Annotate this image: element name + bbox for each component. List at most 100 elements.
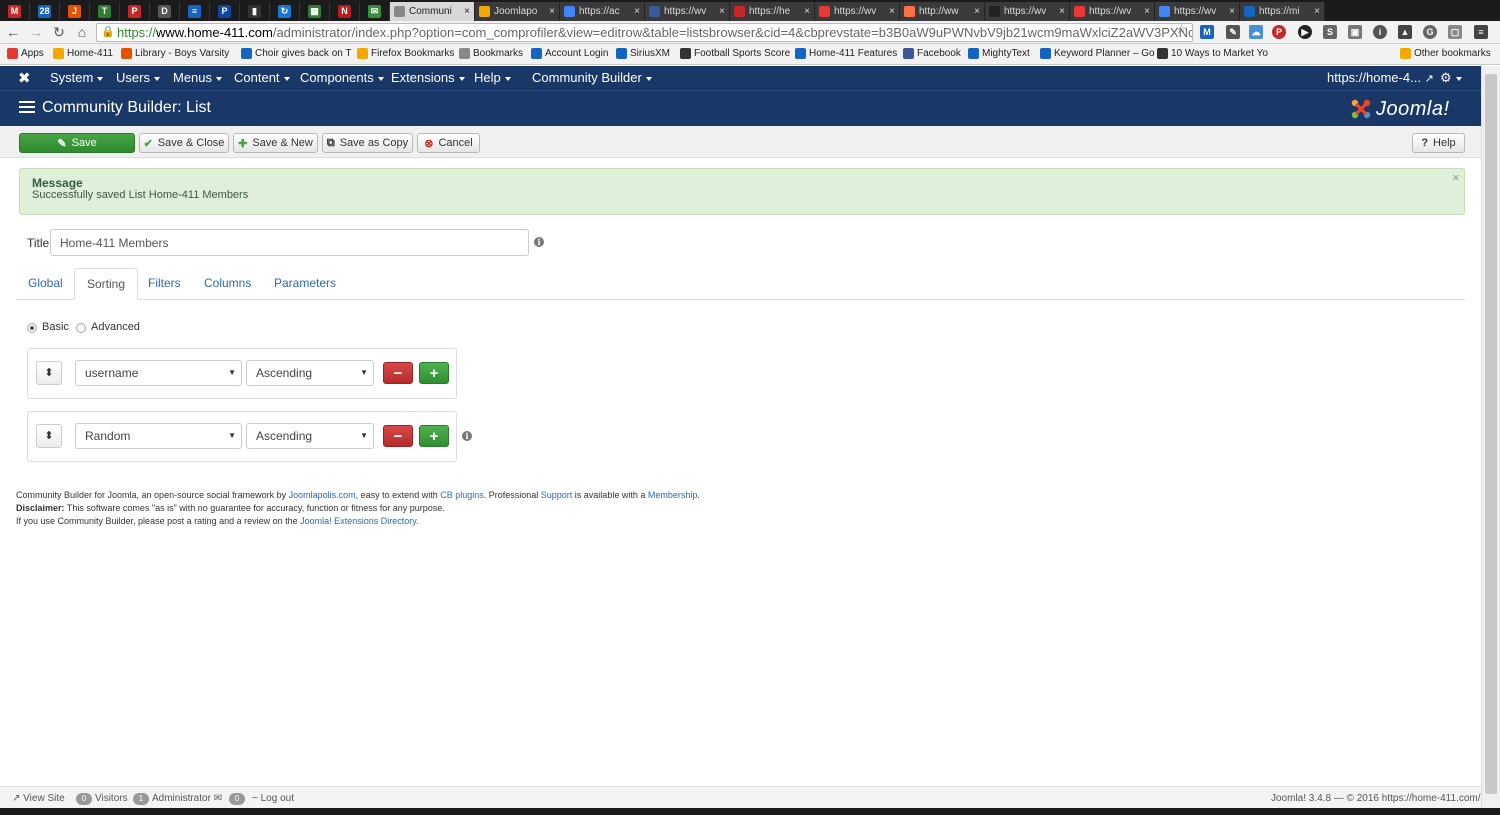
browser-tab[interactable]: https://he × bbox=[730, 2, 815, 21]
menu-components[interactable]: Components bbox=[300, 70, 384, 85]
jed-link[interactable]: Joomla! Extensions Directory bbox=[300, 516, 416, 526]
logout-link[interactable]: − Log out bbox=[252, 793, 294, 804]
bookmark-item[interactable]: SiriusXM bbox=[616, 48, 670, 59]
pinned-tab[interactable]: P bbox=[210, 2, 240, 21]
menu-community-builder[interactable]: Community Builder bbox=[532, 70, 652, 85]
sort-direction-select[interactable]: Ascending ▼ bbox=[246, 423, 374, 449]
tab-global[interactable]: Global bbox=[16, 268, 75, 300]
pinned-tab[interactable]: 28 bbox=[30, 2, 60, 21]
bookmark-item[interactable]: 10 Ways to Market Yo bbox=[1157, 48, 1268, 59]
info-icon[interactable]: i bbox=[534, 237, 544, 247]
save-as-copy-button[interactable]: ⧉ Save as Copy bbox=[322, 133, 413, 153]
close-tab-icon[interactable]: × bbox=[634, 6, 640, 17]
bookmark-item[interactable]: Home-411 Features bbox=[795, 48, 897, 59]
menu-icon[interactable]: ≡ bbox=[1474, 25, 1488, 39]
membership-link[interactable]: Membership bbox=[648, 490, 698, 500]
tab-sorting[interactable]: Sorting bbox=[74, 268, 139, 300]
browser-tab[interactable]: https://mi × bbox=[1240, 2, 1325, 21]
bookmark-item[interactable]: Library - Boys Varsity bbox=[121, 48, 229, 59]
tab-parameters[interactable]: Parameters bbox=[262, 268, 348, 300]
bookmark-item[interactable]: Choir gives back on T bbox=[241, 48, 352, 59]
pinned-tab[interactable]: ✉ bbox=[360, 2, 390, 21]
extension-icon[interactable]: ▣ bbox=[1348, 25, 1362, 39]
menu-menus[interactable]: Menus bbox=[173, 70, 223, 85]
remove-row-button[interactable]: − bbox=[383, 425, 413, 447]
close-tab-icon[interactable]: × bbox=[549, 6, 555, 17]
bookmark-item[interactable]: Facebook bbox=[903, 48, 961, 59]
close-tab-icon[interactable]: × bbox=[804, 6, 810, 17]
drag-handle-icon[interactable]: ⬍ bbox=[36, 361, 62, 385]
pinned-tab[interactable]: P bbox=[120, 2, 150, 21]
basic-radio[interactable] bbox=[27, 323, 37, 333]
bookmark-item[interactable]: Other bookmarks bbox=[1400, 48, 1491, 59]
close-tab-icon[interactable]: × bbox=[1059, 6, 1065, 17]
tab-columns[interactable]: Columns bbox=[192, 268, 263, 300]
browser-tab[interactable]: Communi × bbox=[390, 2, 475, 21]
save-new-button[interactable]: ✚ Save & New bbox=[233, 133, 318, 153]
pinned-tab[interactable]: J bbox=[60, 2, 90, 21]
cb-plugins-link[interactable]: CB plugins bbox=[440, 490, 484, 500]
info-icon[interactable]: i bbox=[462, 431, 472, 441]
browser-tab[interactable]: https://wv × bbox=[1155, 2, 1240, 21]
close-tab-icon[interactable]: × bbox=[1314, 6, 1320, 17]
browser-tab[interactable]: https://wv × bbox=[985, 2, 1070, 21]
extension-icon[interactable]: M bbox=[1200, 25, 1214, 39]
browser-tab[interactable]: https://wv × bbox=[1070, 2, 1155, 21]
pinterest-extension-icon[interactable]: P bbox=[1272, 25, 1286, 39]
menu-content[interactable]: Content bbox=[234, 70, 290, 85]
browser-tab[interactable]: Joomlapo × bbox=[475, 2, 560, 21]
pinned-tab[interactable]: M bbox=[0, 2, 30, 21]
menu-users[interactable]: Users bbox=[116, 70, 160, 85]
save-close-button[interactable]: ✔ Save & Close bbox=[139, 133, 229, 153]
extension-icon[interactable]: S bbox=[1323, 25, 1337, 39]
menu-extensions[interactable]: Extensions bbox=[391, 70, 465, 85]
close-icon[interactable]: × bbox=[1452, 170, 1460, 185]
messages-status[interactable]: 0 bbox=[229, 793, 248, 805]
bookmark-item[interactable]: Bookmarks bbox=[459, 48, 523, 59]
reload-icon[interactable]: ↻ bbox=[51, 24, 67, 40]
bookmark-item[interactable]: Football Sports Score bbox=[680, 48, 790, 59]
drag-handle-icon[interactable]: ⬍ bbox=[36, 424, 62, 448]
extension-icon[interactable]: i bbox=[1373, 25, 1387, 39]
bookmark-item[interactable]: Account Login bbox=[531, 48, 608, 59]
back-arrow-icon[interactable]: ← bbox=[5, 24, 21, 40]
scrollbar-thumb[interactable] bbox=[1485, 74, 1497, 794]
cancel-button[interactable]: ⊗ Cancel bbox=[417, 133, 480, 153]
pinned-tab[interactable]: ≡ bbox=[180, 2, 210, 21]
browser-tab[interactable]: https://ac × bbox=[560, 2, 645, 21]
url-field[interactable]: 🔒 https://www.home-411.com/administrator/… bbox=[96, 23, 1193, 42]
settings-menu[interactable]: ⚙ bbox=[1440, 70, 1462, 86]
sort-field-select[interactable]: username ▼ bbox=[75, 360, 242, 386]
extension-icon[interactable]: ▲ bbox=[1398, 25, 1412, 39]
pinned-tab[interactable]: ↻ bbox=[270, 2, 300, 21]
close-tab-icon[interactable]: × bbox=[1229, 6, 1235, 17]
bookmark-item[interactable]: Keyword Planner – Go bbox=[1040, 48, 1155, 59]
close-tab-icon[interactable]: × bbox=[974, 6, 980, 17]
browser-tab[interactable]: https://wv × bbox=[815, 2, 900, 21]
title-input[interactable] bbox=[50, 229, 529, 256]
help-button[interactable]: ? Help bbox=[1412, 133, 1465, 153]
bookmark-item[interactable]: Firefox Bookmarks bbox=[357, 48, 454, 59]
support-link[interactable]: Support bbox=[541, 490, 573, 500]
site-link[interactable]: https://home-4... ↗ bbox=[1327, 70, 1434, 85]
browser-tab[interactable]: https://wv × bbox=[645, 2, 730, 21]
extension-icon[interactable]: ☁ bbox=[1249, 25, 1263, 39]
sort-direction-select[interactable]: Ascending ▼ bbox=[246, 360, 374, 386]
tab-filters[interactable]: Filters bbox=[136, 268, 193, 300]
close-tab-icon[interactable]: × bbox=[719, 6, 725, 17]
joomla-logo-icon[interactable]: ✖ bbox=[18, 69, 31, 87]
add-row-button[interactable]: + bbox=[419, 362, 449, 384]
scrollbar[interactable] bbox=[1481, 66, 1500, 808]
remove-row-button[interactable]: − bbox=[383, 362, 413, 384]
pinned-tab[interactable]: D bbox=[150, 2, 180, 21]
browser-tab[interactable]: http://ww × bbox=[900, 2, 985, 21]
forward-arrow-icon[interactable]: → bbox=[28, 24, 44, 40]
bookmark-star-icon[interactable]: ☆ bbox=[1175, 21, 1188, 38]
close-tab-icon[interactable]: × bbox=[1144, 6, 1150, 17]
home-icon[interactable]: ⌂ bbox=[74, 24, 90, 40]
pinned-tab[interactable]: N bbox=[330, 2, 360, 21]
add-row-button[interactable]: + bbox=[419, 425, 449, 447]
view-site-link[interactable]: ↗ View Site bbox=[12, 793, 65, 804]
bookmark-item[interactable]: MightyText bbox=[968, 48, 1030, 59]
close-tab-icon[interactable]: × bbox=[889, 6, 895, 17]
